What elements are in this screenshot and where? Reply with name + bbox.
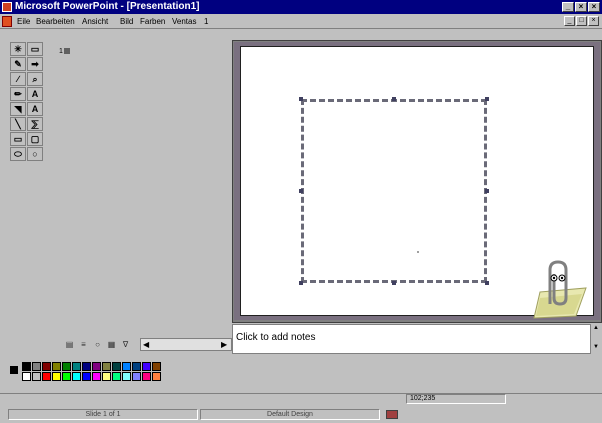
color-swatch[interactable] [152,362,161,371]
menu-insert[interactable]: Bild [120,16,133,27]
office-assistant-icon[interactable] [526,258,590,320]
resize-handle-bottom-left[interactable] [299,281,303,285]
resize-handle-left[interactable] [299,189,303,193]
slide-marker [417,251,419,253]
color-swatch[interactable] [62,372,71,381]
design-template[interactable]: Default Design [200,409,380,420]
color-swatch[interactable] [22,362,31,371]
spelling-check-icon[interactable] [386,410,398,419]
color-swatch[interactable] [122,372,131,381]
notes-scrollbar[interactable]: ▲ ▼ [590,324,602,354]
color-swatch[interactable] [42,372,51,381]
current-color-icon[interactable] [10,366,18,374]
close-button[interactable]: × [588,2,600,12]
status-row [0,393,602,404]
slide-icon [63,48,70,55]
color-swatch[interactable] [102,362,111,371]
outline-view-icon[interactable]: ≡ [78,339,89,350]
color-swatch[interactable] [32,362,41,371]
text-tool-icon[interactable]: A [27,102,43,116]
color-swatch[interactable] [82,372,91,381]
document-icon[interactable] [2,16,12,27]
line-tool-icon[interactable]: ∕ [10,72,26,86]
menu-view[interactable]: Ansicht [82,16,108,27]
color-swatch[interactable] [72,372,81,381]
color-swatch[interactable] [122,362,131,371]
rectangle-shape[interactable] [301,99,487,283]
color-swatch[interactable] [52,362,61,371]
scroll-down-icon[interactable]: ▼ [593,344,599,350]
rounded-rect-icon[interactable]: ▢ [27,132,43,146]
menu-edit[interactable]: Bearbeiten [36,16,75,27]
scroll-left-icon[interactable]: ◀ [143,339,149,350]
color-swatch[interactable] [152,372,161,381]
outline-pane[interactable] [50,40,230,338]
resize-handle-right[interactable] [485,189,489,193]
color-swatch[interactable] [92,372,101,381]
ellipse-icon[interactable]: ⬭ [10,147,26,161]
color-swatch[interactable] [92,362,101,371]
scroll-right-icon[interactable]: ▶ [221,339,227,350]
color-swatch[interactable] [82,362,91,371]
color-swatch[interactable] [142,362,151,371]
powerpoint-app-icon[interactable] [2,2,12,12]
window-title: Microsoft PowerPoint - [Presentation1] [15,1,200,12]
color-swatch[interactable] [22,372,31,381]
slide-indicator: Slide 1 of 1 [8,409,198,420]
zoom-icon[interactable]: ⌕ [27,72,43,86]
rectangle-shape-icon[interactable]: ▭ [10,132,26,146]
color-swatch[interactable] [102,372,111,381]
curve-tool-icon[interactable]: ⅀ [27,117,43,131]
color-swatch[interactable] [132,372,141,381]
normal-view-icon[interactable]: ▤ [64,339,75,350]
color-swatch[interactable] [62,362,71,371]
horizontal-scrollbar[interactable]: ◀ ▶ [140,338,232,351]
color-swatch[interactable] [142,372,151,381]
color-picker-icon[interactable]: ◥ [10,102,26,116]
color-swatch[interactable] [112,372,121,381]
shadow-text-icon[interactable]: A [27,87,43,101]
color-palette [10,358,210,386]
coordinates-readout: 102;235 [406,394,506,404]
color-swatch[interactable] [112,362,121,371]
resize-handle-top[interactable] [392,97,396,101]
doc-restore-button[interactable]: □ [576,16,587,26]
outline-slide-entry[interactable]: 1 [59,48,70,55]
resize-handle-top-right[interactable] [485,97,489,101]
restore-button[interactable]: × [575,2,587,12]
color-swatch[interactable] [52,372,61,381]
pointer-icon[interactable]: ✳ [10,42,26,56]
color-swatch[interactable] [42,362,51,371]
notes-placeholder[interactable]: Click to add notes [236,332,316,343]
menu-file[interactable]: Eile [17,16,30,27]
slide-number: 1 [59,48,63,55]
menu-help[interactable]: 1 [204,16,208,27]
pencil-icon[interactable]: ✎ [10,57,26,71]
doc-close-button[interactable]: × [588,16,599,26]
resize-handle-bottom-right[interactable] [485,281,489,285]
diagonal-line-icon[interactable]: ╲ [10,117,26,131]
resize-handle-top-left[interactable] [299,97,303,101]
color-swatch[interactable] [32,372,41,381]
doc-minimize-button[interactable]: _ [564,16,575,26]
menu-format[interactable]: Farben [140,16,165,27]
color-swatch[interactable] [72,362,81,371]
menu-window[interactable]: Ventas [172,16,196,27]
slide-view-icon[interactable]: ○ [92,339,103,350]
circle-icon[interactable]: ○ [27,147,43,161]
minimize-button[interactable]: _ [562,2,574,12]
arrow-right-icon[interactable]: ➡ [27,57,43,71]
sorter-view-icon[interactable]: ▦ [106,339,117,350]
resize-handle-bottom[interactable] [392,281,396,285]
scroll-up-icon[interactable]: ▲ [593,325,599,331]
rectangle-tool-icon[interactable]: ▭ [27,42,43,56]
color-swatch[interactable] [132,362,141,371]
show-view-icon[interactable]: ∇ [120,339,131,350]
fill-icon[interactable]: ✏ [10,87,26,101]
